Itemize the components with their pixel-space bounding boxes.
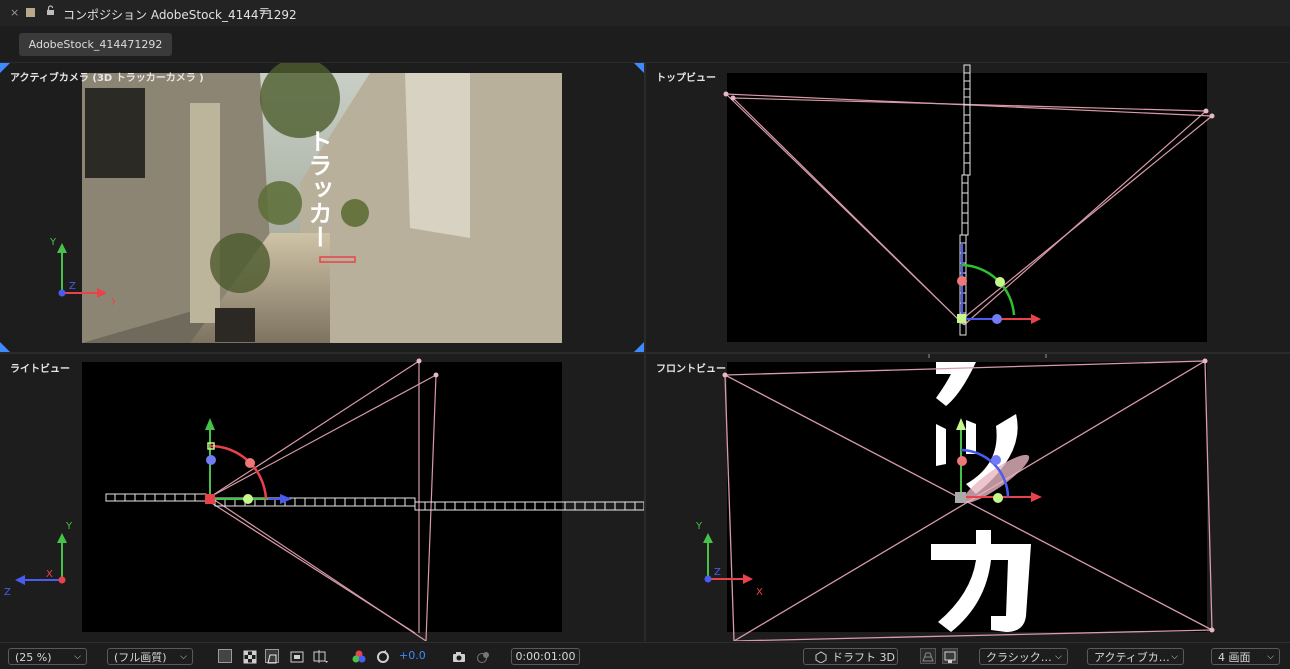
3d-ground-plane-icon[interactable] [920,648,936,664]
renderer-dropdown[interactable]: クラシック… ⌵ [979,648,1068,665]
grid-guides-icon[interactable] [313,649,328,663]
exposure-value[interactable]: +0.0 [399,649,426,662]
chevron-down-icon: ⌵ [1055,652,1062,662]
draft-3d-icon [815,651,827,663]
axis-y-label: Y [65,521,73,532]
close-panel-button[interactable]: × [10,6,19,19]
axis-y-label: Y [695,521,703,532]
color-channels-icon[interactable] [352,649,366,663]
snapshot-camera-icon[interactable] [452,649,466,663]
viewer-status-bar: (25 %) ⌵ (フル画質) ⌵ +0.0 0:00:01:00 ドラフト 3D … [0,642,1290,669]
axis-x-label: X [46,569,53,580]
zoom-dropdown[interactable]: (25 %) ⌵ [8,648,87,665]
camera-view-value: アクティブカ… [1094,651,1170,664]
viewport-corner-markers [0,63,644,352]
right-view-scene [82,358,644,641]
composition-tab-row: AdobeStock_414471292 [0,26,1290,63]
resolution-dropdown[interactable]: (フル画質) ⌵ [107,648,193,665]
panel-titlebar: × コンポジション AdobeStock_414471292 ≡ [0,0,1290,26]
chevron-down-icon: ⌵ [180,652,187,662]
reset-exposure-icon[interactable] [376,649,390,663]
viewport-top-view[interactable]: トップビュー [646,63,1290,352]
lock-icon[interactable] [46,5,55,19]
resolution-value: (フル画質) [114,651,167,664]
axis-z-label: Z [4,587,11,598]
renderer-value: クラシック… [986,651,1052,664]
chevron-down-icon: ⌵ [1267,652,1274,662]
view-layout-value: 4 画面 [1218,651,1251,664]
axis-gizmo: Y Z X [695,521,763,598]
chevron-down-icon: ⌵ [74,652,81,662]
viewport-front-view[interactable]: フロントビュー Y Z X [646,354,1290,641]
viewport-active-camera[interactable]: トラッカー アクティブカメラ (3D トラッカーカメラ ) Y Z X [0,63,644,352]
composition-icon [26,8,35,17]
axis-x-label: X [756,587,763,598]
viewport-right-view[interactable]: ライトビュー Y X Z [0,354,644,641]
viewport-label: ライトビュー [10,364,70,375]
view-layout-dropdown[interactable]: 4 画面 ⌵ [1211,648,1280,665]
axis-z-label: Z [714,567,721,578]
show-snapshot-icon[interactable] [476,649,490,663]
camera-view-dropdown[interactable]: アクティブカ… ⌵ [1087,648,1184,665]
region-of-interest-icon[interactable] [290,649,304,663]
axis-gizmo: Y X Z [4,521,73,598]
viewport-divider-horizontal[interactable] [0,352,1290,354]
transparency-grid-icon[interactable] [243,649,257,664]
extended-viewer-icon[interactable] [942,648,958,664]
draft-3d-toggle[interactable]: ドラフト 3D [803,648,898,665]
viewport-label: フロントビュー [656,364,726,375]
composition-tab[interactable]: AdobeStock_414471292 [19,33,172,56]
top-view-scene [723,64,1215,342]
current-time-display[interactable]: 0:00:01:00 [511,648,580,665]
panel-menu-icon[interactable]: ≡ [259,4,270,19]
chevron-down-icon: ⌵ [1171,652,1178,662]
mask-visibility-icon[interactable] [265,649,279,664]
draft-3d-label: ドラフト 3D [832,651,895,664]
zoom-value: (25 %) [15,651,52,664]
viewport-label: トップビュー [656,73,716,84]
fast-preview-icon[interactable] [218,649,232,663]
